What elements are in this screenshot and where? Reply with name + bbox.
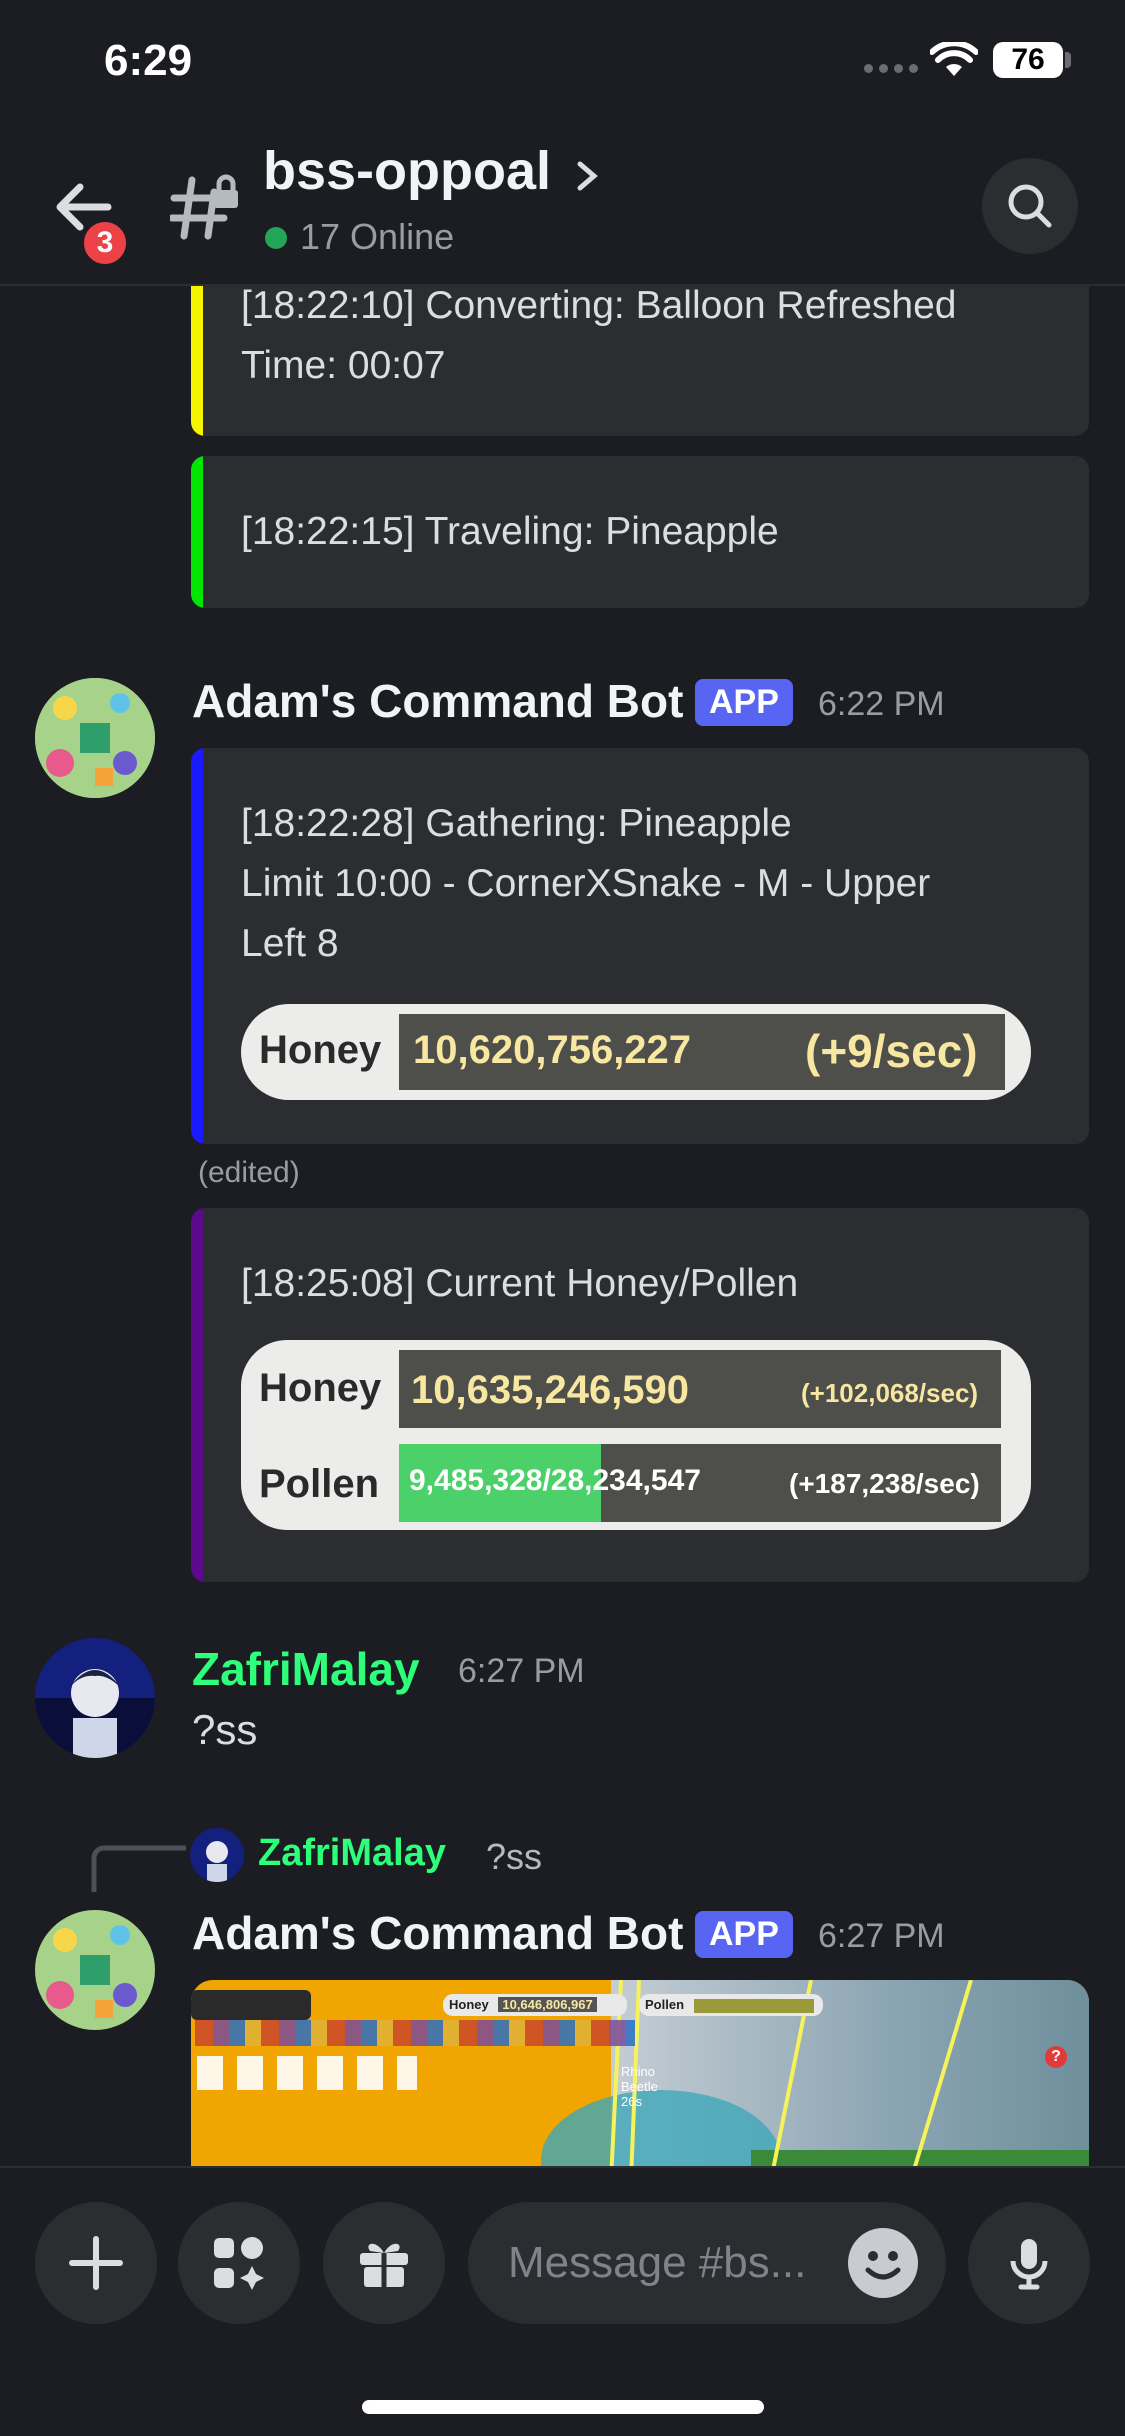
game-screenshot-attachment[interactable]: Honey 10,646,806,967 Pollen Rhino Beetle… <box>191 1980 1089 2166</box>
locked-channel-icon <box>170 174 238 240</box>
message-author[interactable]: Adam's Command Bot <box>192 674 683 728</box>
hud-buff-row <box>195 2020 635 2046</box>
embed-text: [18:22:15] Traveling: Pineapple <box>241 510 779 553</box>
avatar[interactable] <box>35 1638 155 1758</box>
embed-accent-bar <box>191 1208 203 1582</box>
wifi-icon <box>930 42 978 76</box>
honey-label: Honey <box>259 1028 382 1072</box>
embed-accent-bar <box>191 748 203 1144</box>
message-timestamp: 6:27 PM <box>818 1917 945 1955</box>
search-icon <box>1008 184 1052 228</box>
apps-icon <box>214 2237 264 2290</box>
avatar[interactable] <box>35 678 155 798</box>
honey-value: 10,620,756,227 <box>413 1028 692 1072</box>
embed-accent-bar <box>191 286 203 436</box>
reply-connector <box>91 1845 186 1892</box>
hud-pollen-box: Pollen <box>639 1994 823 2016</box>
message-list[interactable]: [18:22:10] Converting: Balloon Refreshed… <box>0 286 1125 2166</box>
pollen-label: Pollen <box>259 1462 380 1506</box>
home-indicator <box>362 2400 764 2414</box>
cellular-signal-icon <box>864 64 918 73</box>
message-author[interactable]: ZafriMalay <box>192 1642 420 1696</box>
apps-button[interactable] <box>178 2202 300 2324</box>
hud-honey-label: Honey <box>449 1997 489 2012</box>
honey-pollen-stat-image: Honey 10,635,246,590 (+102,068/sec) Poll… <box>241 1340 1031 1530</box>
reply-author[interactable]: ZafriMalay <box>258 1832 446 1875</box>
reply-avatar <box>190 1828 244 1882</box>
channel-header: 3 bss-oppoal 17 Online <box>0 120 1125 286</box>
plus-icon <box>69 2236 123 2290</box>
battery-indicator: 76 <box>993 42 1063 78</box>
battery-nub <box>1065 52 1071 68</box>
microphone-icon <box>1010 2239 1048 2290</box>
search-button[interactable] <box>982 158 1078 254</box>
hud-mob-label: Rhino Beetle 26s <box>621 2064 658 2109</box>
hud-top-bar <box>191 1990 311 2020</box>
log-embed: [18:22:15] Traveling: Pineapple <box>191 456 1089 608</box>
avatar[interactable] <box>35 1910 155 2030</box>
online-status-dot <box>265 227 287 249</box>
embed-accent-bar <box>191 456 203 608</box>
unread-badge: 3 <box>80 218 130 268</box>
gift-button[interactable] <box>323 2202 445 2324</box>
gathering-embed: [18:22:28] Gathering: Pineapple Limit 10… <box>191 748 1089 1144</box>
attach-button[interactable] <box>35 2202 157 2324</box>
channel-title[interactable]: bss-oppoal <box>263 140 551 202</box>
message-placeholder: Message #bs... <box>508 2238 807 2287</box>
app-tag: APP <box>695 679 793 726</box>
user-avatar-art <box>35 1638 155 1758</box>
message-timestamp: 6:27 PM <box>458 1652 585 1690</box>
pollen-value: 9,485,328/28,234,547 <box>409 1464 701 1497</box>
help-icon: ? <box>1045 2046 1067 2068</box>
embed-text: [18:25:08] Current Honey/Pollen <box>241 1262 799 1305</box>
status-time: 6:29 <box>104 36 193 85</box>
online-count: 17 Online <box>300 216 455 257</box>
honey-rate: (+9/sec) <box>805 1025 978 1077</box>
edited-label: (edited) <box>198 1156 300 1189</box>
hud-honey-box: Honey 10,646,806,967 <box>443 1994 627 2016</box>
message-timestamp: 6:22 PM <box>818 685 945 723</box>
honey-rate: (+102,068/sec) <box>801 1378 979 1408</box>
message-input[interactable]: Message #bs... <box>468 2202 946 2324</box>
emoji-icon[interactable] <box>848 2228 918 2298</box>
bot-avatar-art <box>35 678 155 798</box>
log-embed: [18:22:10] Converting: Balloon Refreshed… <box>191 286 1089 436</box>
message-text: ?ss <box>192 1706 258 1753</box>
honey-value: 10,635,246,590 <box>411 1368 690 1412</box>
embed-text: [18:22:10] Converting: Balloon Refreshed… <box>241 286 957 387</box>
bot-avatar-art <box>35 1910 155 2030</box>
status-bar: 6:29 76 <box>0 0 1125 120</box>
honey-label: Honey <box>259 1366 382 1410</box>
hud-menu-icons <box>197 2056 417 2090</box>
honey-stat-image: Honey 10,620,756,227 (+9/sec) <box>241 1004 1031 1100</box>
honey-pollen-embed: [18:25:08] Current Honey/Pollen Honey 10… <box>191 1208 1089 1582</box>
voice-button[interactable] <box>968 2202 1090 2324</box>
gift-icon <box>360 2243 408 2287</box>
embed-text: [18:22:28] Gathering: Pineapple Limit 10… <box>241 802 931 965</box>
app-tag: APP <box>695 1911 793 1958</box>
hud-pollen-label: Pollen <box>645 1997 685 2012</box>
hud-pollen-bar <box>693 1998 814 2013</box>
chevron-right-icon[interactable] <box>572 156 602 196</box>
pollen-rate: (+187,238/sec) <box>789 1468 980 1499</box>
message-author[interactable]: Adam's Command Bot <box>192 1906 683 1960</box>
reply-text[interactable]: ?ss <box>486 1836 542 1878</box>
hud-honey-value: 10,646,806,967 <box>498 1997 597 2012</box>
message-composer: Message #bs... <box>0 2166 1125 2436</box>
